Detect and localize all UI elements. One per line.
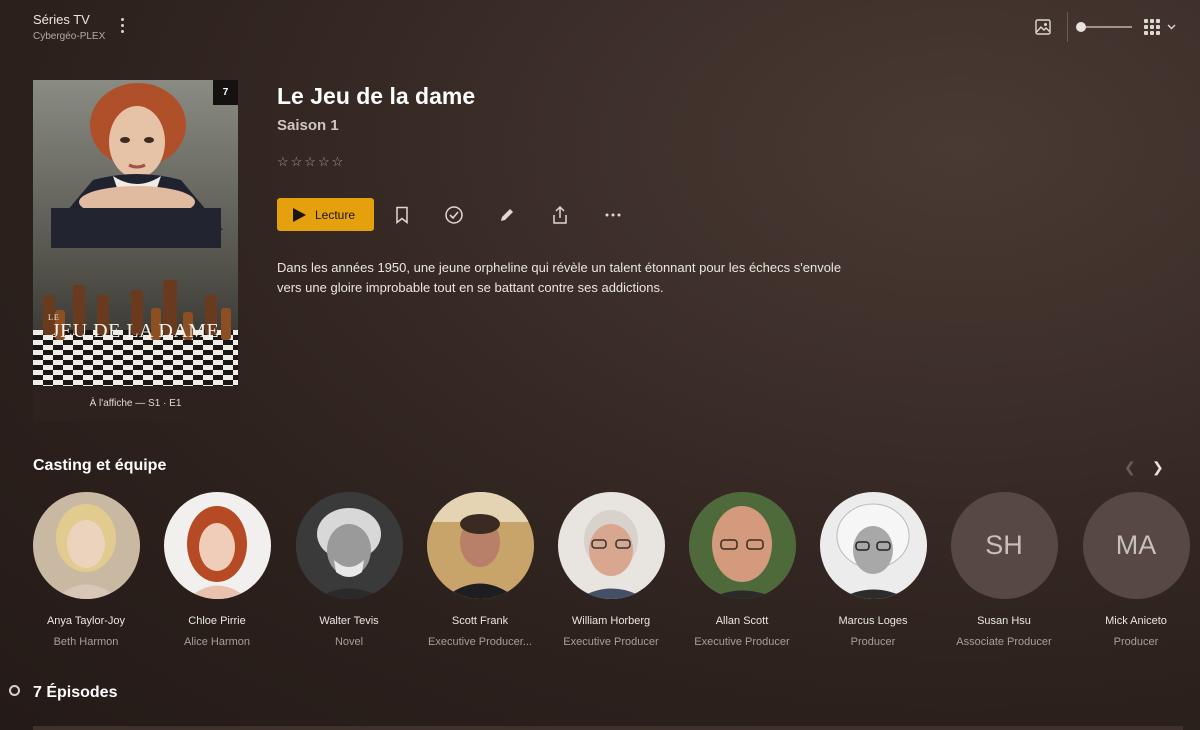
cast-role: Executive Producer... bbox=[428, 636, 532, 648]
cast-role: Executive Producer bbox=[563, 636, 659, 648]
avatar bbox=[163, 492, 271, 599]
cast-role: Alice Harmon bbox=[183, 636, 251, 648]
avatar bbox=[426, 492, 534, 599]
cast-member[interactable]: William Horberg Executive Producer bbox=[551, 492, 671, 648]
library-title[interactable]: Séries TV bbox=[33, 12, 90, 27]
season-poster[interactable]: LE JEU DE LA DAME 7 À l'affiche — S1 · E… bbox=[33, 80, 238, 421]
image-icon[interactable] bbox=[1033, 17, 1053, 37]
cast-role: Beth Harmon bbox=[53, 636, 119, 648]
cast-member[interactable]: Allan Scott Executive Producer bbox=[682, 492, 802, 648]
on-deck-caption[interactable]: À l'affiche — S1 · E1 bbox=[33, 398, 238, 409]
avatar bbox=[557, 492, 665, 599]
cast-name: Anya Taylor-Joy bbox=[46, 615, 126, 627]
more-vertical-icon[interactable] bbox=[114, 15, 130, 37]
poster-title: JEU DE LA DAME bbox=[51, 320, 220, 342]
cast-member[interactable]: Scott Frank Executive Producer... bbox=[420, 492, 540, 648]
edit-icon[interactable] bbox=[496, 204, 518, 226]
cast-member[interactable]: Chloe Pirrie Alice Harmon bbox=[157, 492, 277, 648]
view-mode-button[interactable] bbox=[1143, 17, 1179, 37]
cast-role: Novel bbox=[334, 636, 364, 648]
cast-member[interactable]: MA Mick Aniceto Producer bbox=[1076, 492, 1196, 648]
cast-name: Marcus Loges bbox=[838, 615, 908, 627]
chevron-right-icon[interactable]: ❯ bbox=[1152, 459, 1164, 476]
cast-name: Allan Scott bbox=[715, 615, 769, 627]
cast-member[interactable]: Walter Tevis Novel bbox=[289, 492, 409, 648]
slider-thumb[interactable] bbox=[1076, 22, 1086, 32]
mark-watched-icon[interactable] bbox=[443, 204, 465, 226]
chevron-down-icon bbox=[1167, 24, 1176, 30]
cast-role: Producer bbox=[1113, 636, 1159, 648]
episode-row-preview bbox=[33, 726, 1183, 730]
cast-member[interactable]: Anya Taylor-Joy Beth Harmon bbox=[26, 492, 146, 648]
cast-role: Executive Producer bbox=[694, 636, 790, 648]
episode-count-badge: 7 bbox=[213, 80, 238, 105]
cast-role: Producer bbox=[850, 636, 896, 648]
star-rating[interactable]: ☆☆☆☆☆ bbox=[277, 154, 345, 170]
avatar bbox=[32, 492, 140, 599]
season-title: Saison 1 bbox=[277, 117, 339, 134]
server-name: Cybergéo-PLEX bbox=[33, 31, 106, 42]
avatar bbox=[688, 492, 796, 599]
avatar-initials: SH bbox=[950, 492, 1058, 599]
avatar bbox=[295, 492, 403, 599]
cast-section-title: Casting et équipe bbox=[33, 457, 167, 474]
cast-name: Mick Aniceto bbox=[1105, 615, 1167, 627]
cast-name: Walter Tevis bbox=[319, 615, 379, 627]
cast-role: Associate Producer bbox=[956, 636, 1052, 648]
select-circle-icon[interactable] bbox=[9, 685, 20, 696]
play-label: Lecture bbox=[315, 207, 356, 222]
poster-size-slider[interactable] bbox=[1076, 20, 1132, 34]
more-horizontal-icon[interactable] bbox=[602, 204, 624, 226]
cast-name: William Horberg bbox=[571, 615, 651, 627]
chevron-left-icon: ❮ bbox=[1124, 459, 1136, 475]
cast-name: Chloe Pirrie bbox=[188, 615, 246, 627]
avatar-initials: MA bbox=[1082, 492, 1190, 599]
poster-artwork: LE JEU DE LA DAME 7 bbox=[33, 80, 238, 386]
play-icon bbox=[293, 207, 306, 222]
avatar bbox=[819, 492, 927, 599]
page-title[interactable]: Le Jeu de la dame bbox=[277, 83, 475, 110]
cast-member[interactable]: SH Susan Hsu Associate Producer bbox=[944, 492, 1064, 648]
summary: Dans les années 1950, une jeune orphelin… bbox=[277, 260, 842, 295]
play-button[interactable]: Lecture bbox=[277, 198, 374, 231]
bookmark-icon[interactable] bbox=[391, 204, 413, 226]
cast-name: Susan Hsu bbox=[977, 615, 1031, 627]
episodes-section-title: 7 Épisodes bbox=[33, 684, 118, 701]
cast-member[interactable]: Marcus Loges Producer bbox=[813, 492, 933, 648]
header-divider bbox=[1067, 12, 1068, 42]
top-bar: Séries TV Cybergéo-PLEX bbox=[0, 0, 1200, 52]
grid-icon bbox=[1144, 19, 1176, 35]
cast-name: Scott Frank bbox=[451, 615, 509, 627]
share-icon[interactable] bbox=[549, 204, 571, 226]
